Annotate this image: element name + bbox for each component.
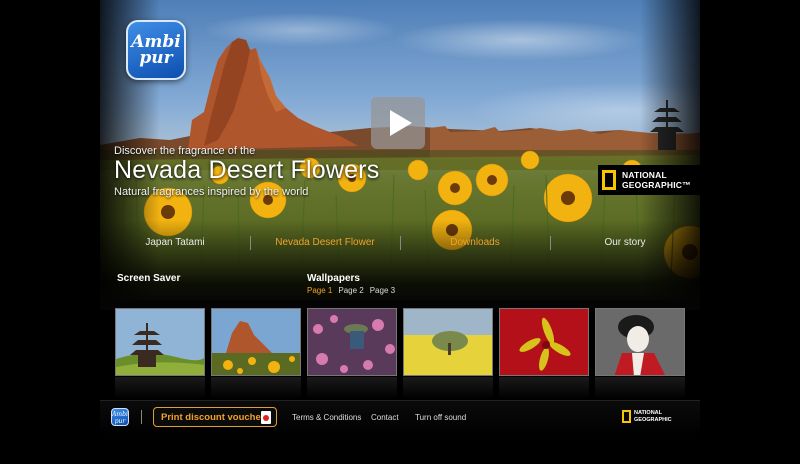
screensaver-thumbnail-pagoda[interactable] <box>115 308 205 376</box>
wallpaper-pagination: Page 1 Page 2 Page 3 <box>307 286 395 295</box>
wallpapers-heading: Wallpapers <box>307 273 360 284</box>
geisha-image <box>596 309 684 375</box>
national-geographic-badge[interactable]: NATIONAL GEOGRAPHIC™ <box>598 165 702 195</box>
sound-toggle-link[interactable]: Turn off sound <box>415 413 466 422</box>
footer-natgeo-logo[interactable]: NATIONAL GEOGRAPHIC <box>622 410 672 423</box>
footer-divider <box>141 410 142 424</box>
wallpaper-thumbnail-yellow-field[interactable] <box>403 308 493 376</box>
wallpaper-thumbnail-red-flower[interactable] <box>499 308 589 376</box>
logo-line-2: pur <box>139 48 173 68</box>
nav-item-our-story[interactable]: Our story <box>550 232 700 254</box>
thumbnail-strip <box>115 308 685 376</box>
wallpaper-thumbnail-geisha[interactable] <box>595 308 685 376</box>
natgeo-frame-icon <box>602 170 616 190</box>
natgeo-small-frame-icon <box>622 410 631 423</box>
ambipur-logo[interactable]: Ambi pur <box>126 20 186 80</box>
yellow-field-image <box>404 309 492 375</box>
thumbnail-reflections <box>115 377 685 399</box>
play-video-button[interactable] <box>371 97 425 149</box>
screen-saver-heading: Screen Saver <box>117 273 181 284</box>
pagoda-image <box>116 309 204 375</box>
page: Ambi pur Discover the fragrance of the N… <box>0 0 800 464</box>
flower-field-image <box>308 309 396 375</box>
red-flower-image <box>500 309 588 375</box>
hero-subtitle: Natural fragrances inspired by the world <box>114 186 309 198</box>
nav-item-nevada-desert-flower[interactable]: Nevada Desert Flower <box>250 232 400 254</box>
nav-item-japan-tatami[interactable]: Japan Tatami <box>100 232 250 254</box>
main-nav: Japan Tatami Nevada Desert Flower Downlo… <box>100 232 700 254</box>
page-link-2[interactable]: Page 2 <box>338 286 363 295</box>
footer-ambipur-logo[interactable]: Ambi pur <box>111 408 129 426</box>
wallpaper-thumbnail-desert[interactable] <box>211 308 301 376</box>
terms-link[interactable]: Terms & Conditions <box>292 413 361 422</box>
nav-item-downloads[interactable]: Downloads <box>400 232 550 254</box>
print-voucher-button[interactable]: Print discount voucher <box>153 407 277 427</box>
voucher-label: Print discount voucher <box>161 411 265 423</box>
hero-title: Nevada Desert Flowers <box>114 156 380 184</box>
page-link-3[interactable]: Page 3 <box>370 286 395 295</box>
contact-link[interactable]: Contact <box>371 413 399 422</box>
natgeo-wordmark: NATIONAL GEOGRAPHIC™ <box>622 170 691 190</box>
page-link-1[interactable]: Page 1 <box>307 286 332 295</box>
pdf-icon <box>261 411 271 424</box>
wallpaper-thumbnail-flowers-hat[interactable] <box>307 308 397 376</box>
play-icon <box>389 110 412 136</box>
desert-image <box>212 309 300 375</box>
